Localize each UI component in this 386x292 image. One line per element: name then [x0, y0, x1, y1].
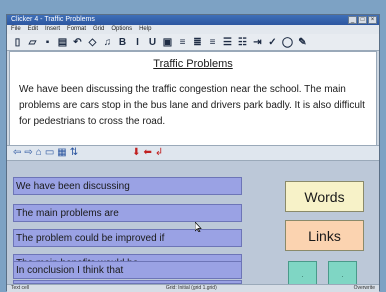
- phrase-cell[interactable]: The problem could be improved if: [13, 229, 242, 247]
- sort-icon[interactable]: ⇅: [70, 147, 78, 159]
- folder-icon[interactable]: ▭: [45, 147, 54, 159]
- words-button[interactable]: Words: [285, 181, 364, 212]
- window-controls: _ □ ×: [348, 16, 377, 24]
- red-down-icon[interactable]: ⬇: [132, 147, 140, 159]
- window-title: Clicker 4 - Traffic Problems: [11, 16, 95, 23]
- document-title: Traffic Problems: [153, 58, 233, 70]
- save-icon[interactable]: ▪: [41, 36, 54, 49]
- speak-icon[interactable]: ♫: [101, 36, 114, 49]
- forward-arrow-icon[interactable]: ⇨: [24, 147, 32, 159]
- picture-icon[interactable]: ▣: [161, 36, 174, 49]
- title-bar: Clicker 4 - Traffic Problems _ □ ×: [7, 15, 379, 25]
- menu-item-grid[interactable]: Grid: [93, 25, 104, 34]
- phrase-cell[interactable]: In conclusion I think that: [13, 261, 242, 279]
- bold-button[interactable]: B: [116, 36, 129, 49]
- app-window: Clicker 4 - Traffic Problems _ □ × File E…: [6, 14, 380, 292]
- toolbar: ▯ ▱ ▪ ▤ ↶ ◇ ♫ B I U ▣ ≡ ≣ ≡ ☰ ☷ ⇥ ✓ ◯ ✎: [7, 34, 379, 51]
- clear-icon[interactable]: ◇: [86, 36, 99, 49]
- italic-button[interactable]: I: [131, 36, 144, 49]
- menu-item-insert[interactable]: Insert: [45, 25, 60, 34]
- back-arrow-icon[interactable]: ⇦: [13, 147, 21, 159]
- grid-toolbar: ⇦ ⇨ ⌂ ▭ ▦ ⇅ ⬇ ⬅ ↲: [7, 145, 379, 161]
- phrase-cell[interactable]: We have been discussing: [13, 177, 242, 195]
- align-center-icon[interactable]: ≣: [191, 36, 204, 49]
- home-icon[interactable]: ⌂: [36, 147, 42, 159]
- open-icon[interactable]: ▱: [26, 36, 39, 49]
- links-button[interactable]: Links: [285, 220, 364, 251]
- menu-item-help[interactable]: Help: [139, 25, 151, 34]
- close-button[interactable]: ×: [368, 16, 377, 24]
- red-return-icon[interactable]: ↲: [155, 147, 163, 159]
- document-area[interactable]: Traffic Problems We have been discussing…: [9, 51, 377, 151]
- underline-button[interactable]: U: [146, 36, 159, 49]
- maximize-button[interactable]: □: [358, 16, 367, 24]
- mouse-pointer-icon: [195, 222, 202, 232]
- align-right-icon[interactable]: ≡: [206, 36, 219, 49]
- new-doc-icon[interactable]: ▯: [11, 36, 24, 49]
- document-body[interactable]: We have been discussing the traffic cong…: [19, 82, 366, 130]
- speech-bubble-icon[interactable]: ◯: [281, 36, 294, 49]
- phrase-cell[interactable]: The main problems are: [13, 204, 242, 222]
- menu-item-edit[interactable]: Edit: [28, 25, 38, 34]
- print-icon[interactable]: ▤: [56, 36, 69, 49]
- grid-view-icon[interactable]: ▦: [57, 147, 66, 159]
- menu-item-file[interactable]: File: [11, 25, 21, 34]
- minimize-button[interactable]: _: [348, 16, 357, 24]
- red-left-icon[interactable]: ⬅: [144, 147, 152, 159]
- spellcheck-icon[interactable]: ✓: [266, 36, 279, 49]
- menu-item-options[interactable]: Options: [111, 25, 132, 34]
- menu-bar: File Edit Insert Format Grid Options Help: [7, 25, 379, 34]
- undo-icon[interactable]: ↶: [71, 36, 84, 49]
- indent-icon[interactable]: ⇥: [251, 36, 264, 49]
- bullets-icon[interactable]: ☰: [221, 36, 234, 49]
- pen-icon[interactable]: ✎: [296, 36, 309, 49]
- menu-item-format[interactable]: Format: [67, 25, 86, 34]
- numbering-icon[interactable]: ☷: [236, 36, 249, 49]
- align-left-icon[interactable]: ≡: [176, 36, 189, 49]
